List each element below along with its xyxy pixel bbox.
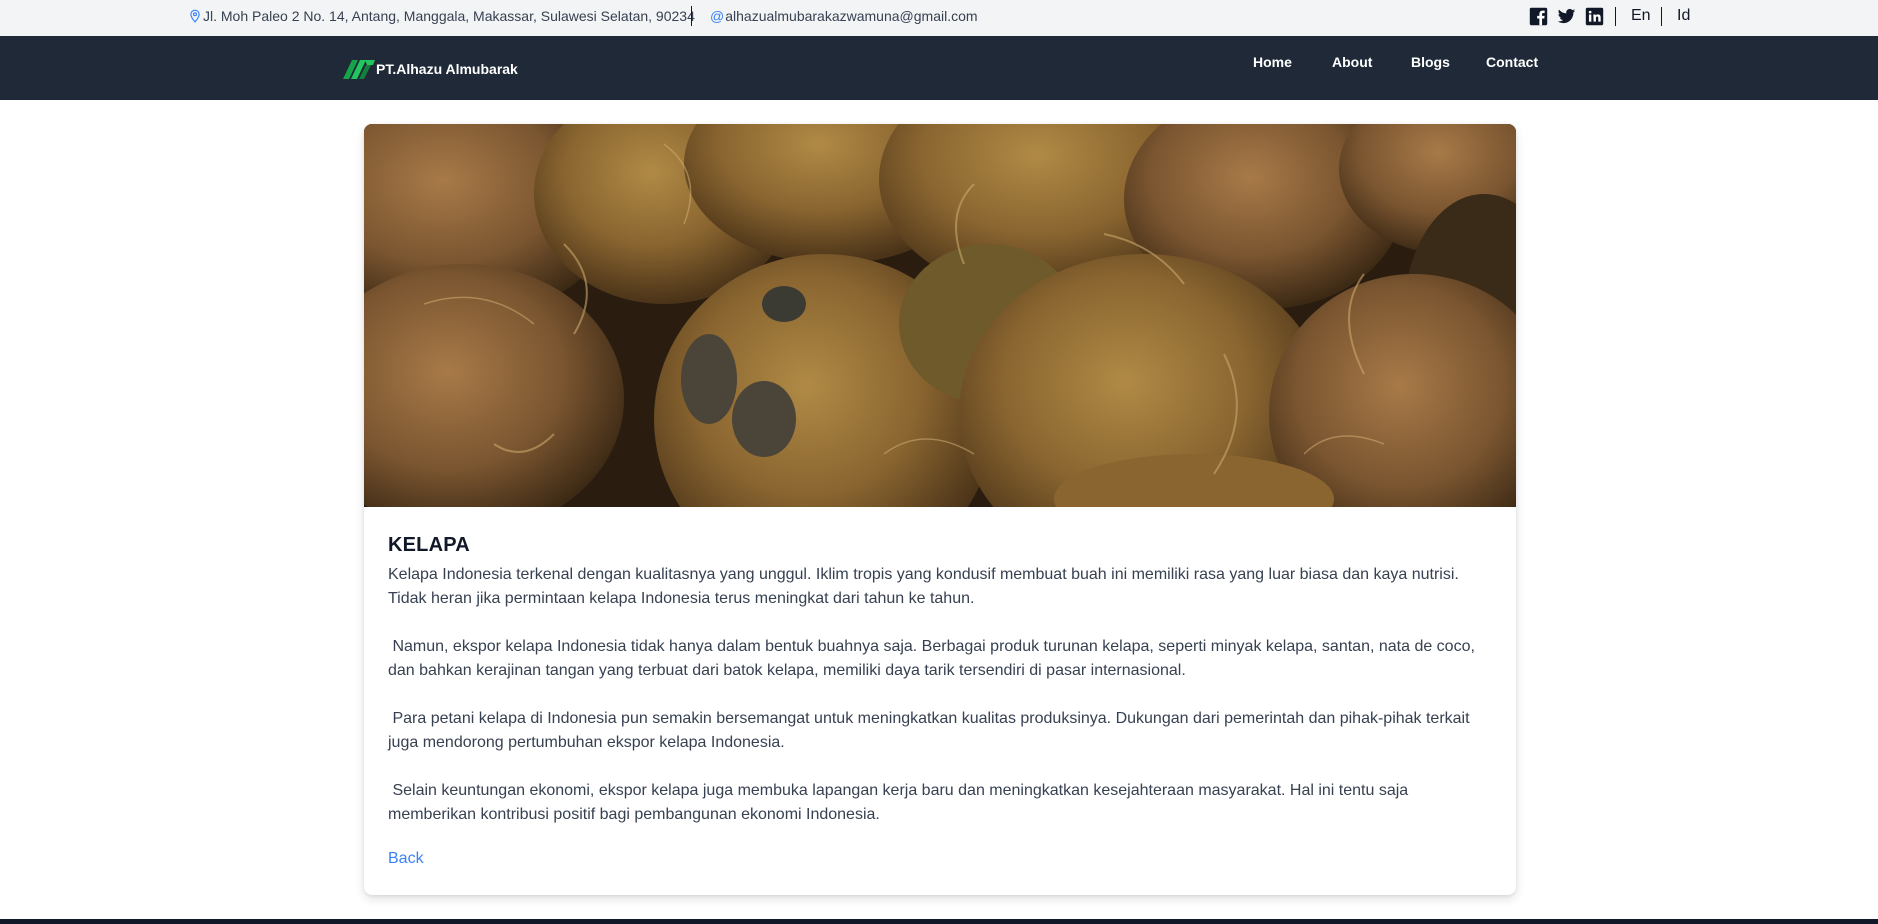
nav-blogs[interactable]: Blogs	[1411, 54, 1450, 70]
brand-logo-icon	[343, 60, 375, 79]
footer-edge	[0, 919, 1878, 924]
email-text[interactable]: alhazualmubarakazwamuna@gmail.com	[725, 8, 977, 24]
linkedin-icon[interactable]	[1585, 7, 1604, 26]
twitter-icon[interactable]	[1557, 7, 1576, 26]
top-info-bar: Jl. Moh Paleo 2 No. 14, Antang, Manggala…	[0, 0, 1878, 36]
nav-about[interactable]: About	[1332, 54, 1372, 70]
article-content: Kelapa Indonesia terkenal dengan kualita…	[388, 563, 1496, 827]
article-paragraph: Kelapa Indonesia terkenal dengan kualita…	[388, 566, 1459, 607]
language-en[interactable]: En	[1631, 7, 1651, 25]
divider	[691, 6, 692, 26]
article-paragraph: Para petani kelapa di Indonesia pun sema…	[388, 710, 1470, 751]
social-links	[1529, 7, 1613, 26]
facebook-icon[interactable]	[1529, 7, 1548, 26]
email[interactable]: @ alhazualmubarakazwamuna@gmail.com	[710, 8, 978, 24]
nav-contact[interactable]: Contact	[1486, 54, 1538, 70]
language-id[interactable]: Id	[1677, 7, 1690, 25]
brand-name[interactable]: PT.Alhazu Almubarak	[376, 61, 518, 77]
article-paragraph: Namun, ekspor kelapa Indonesia tidak han…	[388, 638, 1475, 679]
address: Jl. Moh Paleo 2 No. 14, Antang, Manggala…	[188, 8, 695, 24]
article-title: KELAPA	[388, 534, 470, 556]
brand[interactable]: PT.Alhazu Almubarak	[343, 57, 518, 81]
article-card: KELAPA Kelapa Indonesia terkenal dengan …	[364, 124, 1516, 895]
divider	[1661, 7, 1662, 26]
back-link[interactable]: Back	[388, 850, 424, 868]
article-body: KELAPA Kelapa Indonesia terkenal dengan …	[388, 534, 1496, 851]
map-pin-icon	[190, 9, 200, 23]
at-icon: @	[710, 8, 725, 24]
address-text: Jl. Moh Paleo 2 No. 14, Antang, Manggala…	[203, 8, 695, 24]
navbar: PT.Alhazu Almubarak Home About Blogs Con…	[0, 36, 1878, 100]
divider	[1615, 7, 1616, 26]
hero-image	[364, 124, 1516, 507]
article-paragraph: Selain keuntungan ekonomi, ekspor kelapa…	[388, 782, 1409, 823]
nav-home[interactable]: Home	[1253, 54, 1292, 70]
